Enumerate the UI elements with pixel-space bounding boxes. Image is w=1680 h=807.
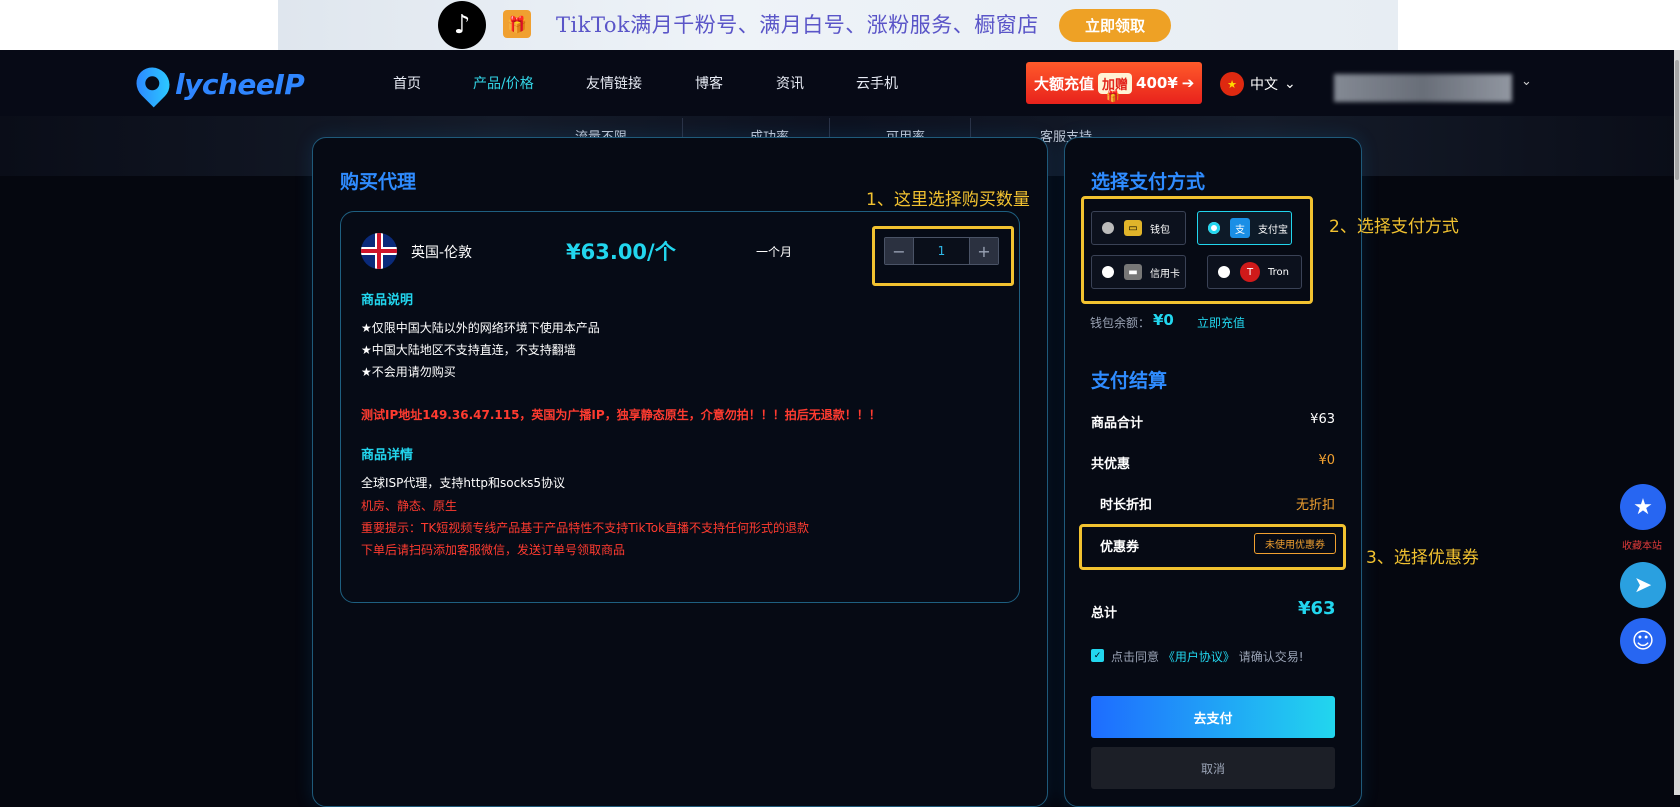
customer-support-button[interactable]: ☺ [1620, 618, 1666, 664]
description-line: ★中国大陆地区不支持直连，不支持翻墙 [361, 343, 576, 357]
product-period: 一个月 [756, 245, 793, 259]
recharge-link[interactable]: 立即充值 [1197, 314, 1245, 331]
pay-option-alipay[interactable]: 支 支付宝 [1197, 211, 1292, 245]
detail-title: 商品详情 [361, 448, 414, 463]
purchase-title: 购买代理 [340, 171, 417, 193]
credit-card-icon: ▬ [1124, 264, 1142, 280]
bookmark-star-button[interactable]: ★ [1620, 484, 1666, 530]
telegram-button[interactable]: ➤ [1620, 562, 1666, 608]
test-ip-warning: 测试IP地址149.36.47.115，英国为广播IP，独享静态原生，介意勿拍！… [361, 408, 881, 422]
radio-button[interactable] [1218, 266, 1230, 278]
nav-item-links[interactable]: 友情链接 [586, 73, 642, 93]
logo-pin-icon [129, 60, 177, 108]
pay-option-label: Tron [1268, 266, 1289, 278]
checkout-title: 支付结算 [1091, 370, 1168, 392]
agreement-text: 点击同意 《用户协议》 请确认交易! [1111, 648, 1304, 665]
coupon-annotation: 3、选择优惠券 [1366, 548, 1479, 568]
radio-button[interactable] [1102, 222, 1114, 234]
pay-option-tron[interactable]: T Tron [1207, 255, 1302, 289]
language-label: 中文 [1250, 77, 1278, 93]
nav-item-products[interactable]: 产品/价格 [473, 73, 534, 93]
support-icon: ☺ [1631, 628, 1655, 654]
chevron-down-icon[interactable]: ⌄ [1521, 74, 1532, 89]
nav-item-news[interactable]: 资讯 [776, 73, 804, 93]
payment-method-title: 选择支付方式 [1091, 171, 1206, 193]
product-price: ¥63.00/个 [566, 240, 676, 264]
language-selector[interactable]: ★ 中文 ⌄ [1220, 72, 1296, 96]
description-title: 商品说明 [361, 293, 414, 308]
total-label: 总计 [1091, 606, 1118, 621]
detail-line: 下单后请扫码添加客服微信，发送订单号领取商品 [361, 543, 626, 557]
agreement-suffix: 请确认交易! [1238, 650, 1304, 664]
user-account-blurred[interactable] [1334, 74, 1512, 102]
total-value: ¥63 [1298, 598, 1336, 619]
promo-claim-button[interactable]: 立即领取 [1059, 9, 1171, 42]
subtotal-value: ¥63 [1310, 412, 1335, 427]
promo-banner[interactable]: ♪ 🎁 TikTok满月千粉号、满月白号、涨粉服务、橱窗店 立即领取 [0, 0, 1680, 50]
subtotal-label: 商品合计 [1091, 416, 1144, 431]
pay-option-label: 信用卡 [1150, 268, 1180, 280]
bookmark-label: 收藏本站 [1622, 541, 1662, 552]
recharge-promo-banner[interactable]: 大额充值 加赠 400¥ ➔ 🎁 [1026, 62, 1202, 104]
pay-option-wallet[interactable]: ▭ 钱包 [1091, 211, 1186, 245]
wallet-balance-label: 钱包余额： [1090, 316, 1151, 330]
promo-text: TikTok满月千粉号、满月白号、涨粉服务、橱窗店 [556, 13, 1039, 37]
nav-item-cloud-phone[interactable]: 云手机 [856, 73, 898, 93]
scrollbar-thumb[interactable] [1675, 60, 1679, 180]
pay-option-label: 支付宝 [1258, 224, 1288, 236]
chevron-down-icon: ⌄ [1284, 76, 1296, 92]
coupon-select-button[interactable]: 未使用优惠券 [1254, 533, 1336, 554]
duration-discount-label: 时长折扣 [1100, 498, 1153, 513]
telegram-icon: ➤ [1633, 572, 1653, 598]
payment-annotation: 2、选择支付方式 [1329, 217, 1459, 237]
pay-option-credit-card[interactable]: ▬ 信用卡 [1091, 255, 1186, 289]
plus-button[interactable]: + [970, 238, 998, 264]
alipay-icon: 支 [1230, 218, 1250, 238]
agreement-checkbox[interactable]: ✓ [1091, 649, 1104, 662]
radio-button[interactable] [1208, 222, 1220, 234]
product-name: 英国-伦敦 [411, 245, 473, 261]
discount-label: 共优惠 [1091, 457, 1131, 472]
duration-discount-value: 无折扣 [1295, 498, 1335, 513]
minus-button[interactable]: − [885, 238, 913, 264]
radio-button[interactable] [1102, 266, 1114, 278]
quantity-stepper[interactable]: − 1 + [884, 237, 999, 265]
detail-line: 重要提示：TK短视频专线产品基于产品特性不支持TikTok直播不支持任何形式的退… [361, 521, 810, 535]
cancel-button[interactable]: 取消 [1091, 747, 1335, 789]
detail-line: 机房、静态、原生 [361, 499, 458, 513]
agreement-prefix: 点击同意 [1111, 650, 1160, 664]
site-logo[interactable]: lycheeIP [129, 60, 305, 108]
gift-icon: 🎁 [1106, 90, 1120, 103]
recharge-prefix: 大额充值 [1034, 74, 1095, 93]
nav-item-home[interactable]: 首页 [393, 73, 421, 93]
coupon-label: 优惠券 [1100, 540, 1140, 555]
discount-value: ¥0 [1318, 453, 1335, 468]
pay-option-label: 钱包 [1150, 224, 1170, 236]
tron-icon: T [1240, 262, 1260, 282]
logo-text: lycheeIP [175, 67, 305, 101]
star-icon: ★ [1633, 494, 1653, 520]
recharge-amount: 400¥ [1136, 74, 1178, 92]
wallet-balance-value: ¥0 [1153, 311, 1174, 329]
wallet-icon: ▭ [1124, 220, 1142, 236]
detail-line: 全球ISP代理，支持http和socks5协议 [361, 476, 566, 490]
user-agreement-link[interactable]: 《用户协议》 [1163, 650, 1235, 664]
pay-button[interactable]: 去支付 [1091, 696, 1335, 738]
description-line: ★仅限中国大陆以外的网络环境下使用本产品 [361, 321, 600, 335]
nav-item-blog[interactable]: 博客 [695, 73, 723, 93]
arrow-icon: ➔ [1181, 74, 1195, 92]
uk-flag-icon [361, 233, 397, 269]
tiktok-icon: ♪ [438, 1, 486, 49]
quantity-annotation: 1、这里选择购买数量 [866, 190, 1030, 210]
china-flag-icon: ★ [1220, 72, 1244, 96]
quantity-input[interactable]: 1 [913, 238, 970, 264]
gift-icon: 🎁 [503, 10, 531, 38]
description-line: ★不会用请勿购买 [361, 365, 456, 379]
